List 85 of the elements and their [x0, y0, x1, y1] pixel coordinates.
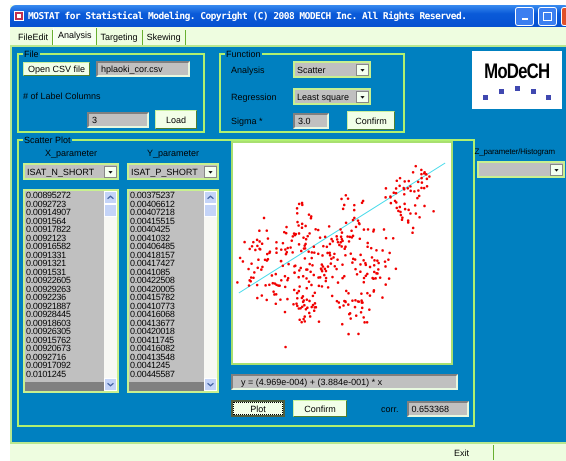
tab[interactable]: Analysis — [53, 28, 97, 45]
x-values-list[interactable] — [25, 191, 104, 391]
list-item[interactable]: 0.00926305 — [26, 327, 104, 336]
scroll-down-icon[interactable] — [204, 378, 217, 391]
list-item[interactable]: 0.00411745 — [130, 336, 204, 344]
minimize-icon[interactable] — [515, 6, 534, 26]
list-item[interactable]: 0.00416082 — [130, 344, 204, 352]
list-item[interactable]: 0.00407218 — [130, 208, 204, 216]
list-item[interactable]: 0.00916582 — [26, 242, 104, 250]
list-item[interactable]: 0.0091321 — [26, 259, 104, 268]
list-item[interactable]: 0.00413548 — [130, 352, 204, 361]
logo-text: MoDeCH — [484, 60, 550, 84]
list-item[interactable]: 0.0091531 — [26, 268, 104, 276]
list-item[interactable]: 0.00415515 — [130, 216, 204, 225]
exit-button[interactable]: Exit — [430, 445, 494, 460]
list-item[interactable]: 0.00422508 — [130, 276, 204, 284]
list-item[interactable]: 0.0091331 — [26, 250, 104, 259]
list-item[interactable]: 0.00920673 — [26, 344, 104, 352]
list-item[interactable]: 0.00417427 — [130, 259, 204, 268]
list-item[interactable]: 0.00922605 — [26, 276, 104, 284]
list-item[interactable]: 0.00914907 — [26, 208, 104, 216]
list-item[interactable]: 0.0092236 — [26, 293, 104, 302]
list-item[interactable]: 0.00406485 — [130, 242, 204, 250]
load-button[interactable]: Load — [155, 110, 197, 129]
corr-label: corr. — [381, 404, 399, 414]
list-item[interactable]: 0.00413677 — [130, 318, 204, 327]
group-label: File — [23, 49, 40, 59]
list-item[interactable]: 0.00415782 — [130, 293, 204, 302]
list-item[interactable]: 0.00420018 — [130, 327, 204, 336]
y-parameter-label: Y_parameter — [146, 148, 200, 158]
list-item[interactable]: 0.00918603 — [26, 318, 104, 327]
plot-button[interactable]: Plot — [231, 400, 285, 417]
list-item[interactable]: 0.0041245 — [130, 361, 204, 370]
maximize-icon[interactable] — [538, 6, 557, 26]
list-item[interactable]: 0.00895272 — [26, 191, 104, 200]
list-item[interactable]: 0.0041032 — [130, 234, 204, 242]
list-item[interactable]: 0.00418157 — [130, 250, 204, 259]
list-item[interactable]: 0.0092723 — [26, 200, 104, 208]
confirm-button[interactable]: Confirm — [293, 400, 347, 417]
open-csv-button[interactable]: Open CSV file — [23, 62, 90, 76]
function-label: Regression — [231, 92, 278, 102]
list-item[interactable]: 0.0040425 — [130, 225, 204, 234]
x-parameter-label: X_parameter — [44, 148, 98, 158]
list-item[interactable]: 0.00929263 — [26, 284, 104, 293]
scroll-thumb[interactable] — [104, 204, 117, 217]
filename-field[interactable]: hplaoki_cor.csv — [96, 61, 190, 77]
list-item[interactable]: 0.00445587 — [130, 370, 204, 378]
group-label: Scatter Plot — [23, 135, 72, 145]
list-item[interactable]: 0.00917822 — [26, 225, 104, 234]
list-item[interactable]: 0.0041085 — [130, 268, 204, 276]
function-label: Analysis — [231, 64, 266, 74]
dropdown[interactable]: Least square — [293, 88, 371, 105]
corr-field: 0.653368 — [406, 400, 469, 416]
list-item[interactable]: 0.00915762 — [26, 336, 104, 344]
dropdown[interactable]: Scatter — [293, 61, 371, 78]
sigma-field[interactable]: 3.0 — [293, 112, 329, 128]
list-item[interactable]: 0.00917092 — [26, 361, 104, 370]
dots-icon — [483, 84, 551, 100]
scroll-up-icon[interactable] — [204, 191, 217, 204]
list-item[interactable]: 0.00416068 — [130, 310, 204, 318]
scroll-down-icon[interactable] — [104, 378, 117, 391]
list-item[interactable]: 0.0092716 — [26, 352, 104, 361]
list-item[interactable]: 0.00420005 — [130, 284, 204, 293]
y-parameter-dropdown[interactable]: ISAT_P_SHORT — [127, 163, 219, 180]
list-item[interactable]: 0.00406612 — [130, 200, 204, 208]
list-item[interactable]: 0.0092123 — [26, 234, 104, 242]
label-columns-label: # of Label Columns — [23, 91, 101, 101]
label-columns-field[interactable]: 3 — [87, 112, 149, 128]
x-parameter-dropdown[interactable]: ISAT_N_SHORT — [23, 163, 119, 180]
list-item[interactable]: 0.00921887 — [26, 302, 104, 310]
scroll-up-icon[interactable] — [104, 191, 117, 204]
sigma-label: Sigma * — [231, 116, 264, 126]
list-item[interactable]: 0.00410773 — [130, 302, 204, 310]
list-item[interactable]: 0.00928445 — [26, 310, 104, 318]
window-title: MOSTAT for Statistical Modeling. Copyright (C) 2008 MODECH Inc. All Rights Reserved. — [28, 10, 468, 22]
scroll-thumb[interactable] — [204, 204, 217, 217]
equation-field: y = (4.969e-004) + (3.884e-001) * x — [231, 374, 458, 390]
z-parameter-dropdown[interactable] — [476, 161, 565, 178]
y-values-list[interactable] — [129, 191, 204, 391]
app-icon — [14, 11, 24, 21]
list-item[interactable]: 0.00375237 — [130, 191, 204, 200]
list-item[interactable]: 0.0091564 — [26, 216, 104, 225]
confirm-button[interactable]: Confirm — [347, 111, 395, 130]
group-label: Function — [225, 49, 262, 59]
list-item[interactable]: 0.0101245 — [26, 370, 104, 378]
